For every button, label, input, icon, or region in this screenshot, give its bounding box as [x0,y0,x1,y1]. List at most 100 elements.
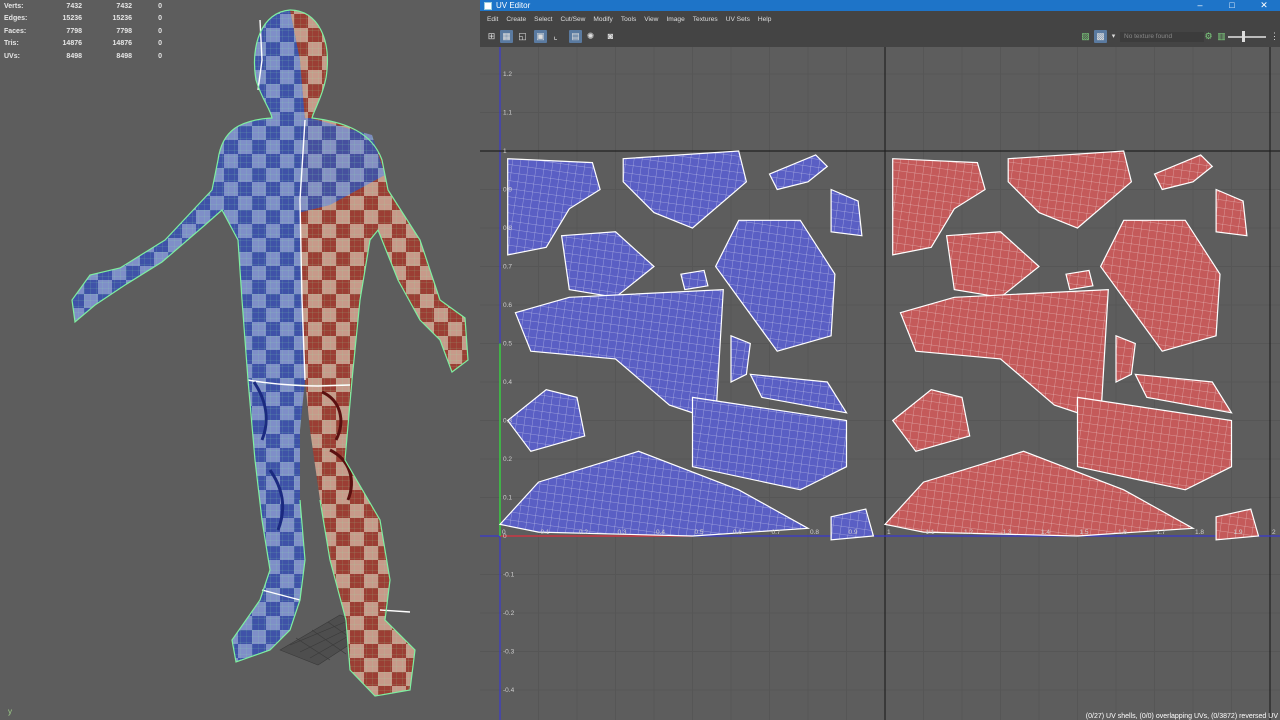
x-tick-label: 1 [887,529,891,536]
menu-tools[interactable]: Tools [621,16,636,23]
uv-toolbar: ⊞ ▦ ◱ ▣ ⌞ ▤ ✺ ◙ ▨ ▩ ▾ No texture found ⚙… [480,27,1280,48]
uv-shell-wireframe [561,231,654,298]
uv-shell-wireframe [692,397,847,490]
uv-editor-menubar: Edit Create Select Cut/Sew Modify Tools … [480,11,1280,27]
uv-shell-wireframe [750,374,847,413]
stat-value: 0 [158,2,162,10]
uv-status-line: (0/27) UV shells, (0/0) overlapping UVs,… [1085,713,1278,720]
uv-shells-right[interactable] [883,150,1260,541]
stat-value: 7432 [116,2,132,10]
camera-icon[interactable]: ◙ [604,30,617,43]
menu-textures[interactable]: Textures [693,16,718,23]
stat-value: 15236 [112,15,132,23]
x-tick-label: 1.1 [926,529,935,536]
stat-value: 7798 [66,27,82,35]
y-tick-label: 0.9 [503,187,512,194]
uv-shell-wireframe [1008,151,1132,228]
menu-create[interactable]: Create [506,16,526,23]
stat-value: 0 [158,27,162,35]
y-tick-label: 0.6 [503,302,512,309]
y-tick-label: 0.5 [503,341,512,348]
axis-indicator: y [8,707,12,716]
more-icon[interactable]: ⋮ [1268,30,1280,43]
x-tick-label: 1.5 [1080,529,1089,536]
uv-grid-svg[interactable]: 1.2 1.1 1 0.9 0.8 0.7 0.6 0.5 0.4 0.3 0.2 0.1 0 -0.1 -… [480,47,1280,720]
stat-value: 14876 [112,40,132,48]
uv-shell-wireframe [623,151,747,228]
layers-icon[interactable]: ▥ [1215,30,1228,43]
menu-modify[interactable]: Modify [593,16,612,23]
texture-field[interactable]: No texture found [1120,32,1204,42]
uv-shell-wireframe [1135,374,1232,413]
x-tick-label: 1.2 [964,529,973,536]
grid-icon[interactable]: ⊞ [485,30,498,43]
uv-editor-window[interactable]: UV Editor – □ ✕ Edit Create Select Cut/S… [480,0,1280,720]
uv-shell-wireframe [715,220,835,352]
image-icon[interactable]: ▨ [1079,30,1092,43]
stat-value: 7432 [66,2,82,10]
uv-shell-wireframe [731,335,751,382]
3d-viewport[interactable]: Verts: 7432 7432 0 Edges: 15236 15236 0 Faces:… [0,0,480,720]
stat-value: 0 [158,15,162,23]
menu-image[interactable]: Image [666,16,684,23]
shell-icon[interactable]: ◱ [516,30,529,43]
y-tick-label: 1.2 [503,71,512,78]
y-tick-label: -0.1 [503,572,515,579]
y-tick-label: 1 [503,148,507,155]
character-mesh[interactable] [0,0,480,720]
checker-icon[interactable]: ▣ [534,30,547,43]
checker-toggle-icon[interactable]: ▩ [1094,30,1107,43]
stat-label: UVs: [4,52,20,60]
uv-shell-wireframe [1100,220,1220,352]
settings-icon[interactable]: ⚙ [1202,30,1215,43]
chevron-down-icon[interactable]: ▾ [1107,30,1120,43]
slider-handle[interactable] [1242,31,1245,42]
maximize-button[interactable]: □ [1216,0,1248,11]
exposure-slider[interactable] [1228,36,1266,38]
uv-shells-left[interactable] [498,150,875,541]
stat-value: 8498 [116,52,132,60]
uv-shell-wireframe [946,231,1039,298]
body-left-half [72,10,305,662]
stat-value: 15236 [62,15,82,23]
x-tick-label: 0.3 [618,529,627,536]
x-tick-label: 0.1 [541,529,550,536]
frame-icon[interactable]: ⌞ [549,30,562,43]
stat-value: 0 [158,40,162,48]
x-tick-label: 0.8 [810,529,819,536]
y-tick-label: 0.1 [503,495,512,502]
menu-edit[interactable]: Edit [487,16,498,23]
x-tick-label: 0.4 [656,529,665,536]
y-tick-label: 0.8 [503,225,512,232]
x-tick-label: 0.2 [579,529,588,536]
x-tick-label: 0 [502,529,506,536]
stat-label: Edges: [4,15,28,23]
menu-cut-sew[interactable]: Cut/Sew [561,16,586,23]
x-tick-label: 1.4 [1041,529,1050,536]
menu-uv-sets[interactable]: UV Sets [726,16,750,23]
y-tick-label: 0.7 [503,264,512,271]
minimize-button[interactable]: – [1184,0,1216,11]
uv-shell-wireframe [1077,397,1232,490]
uv-canvas[interactable]: 1.2 1.1 1 0.9 0.8 0.7 0.6 0.5 0.4 0.3 0.2 0.1 0 -0.1 -… [480,47,1280,720]
uv-editor-titlebar[interactable]: UV Editor – □ ✕ [480,0,1280,11]
x-tick-label: 0.5 [695,529,704,536]
stat-value: 0 [158,52,162,60]
pivot-icon[interactable]: ✺ [584,30,597,43]
poly-count-hud: Verts: 7432 7432 0 Edges: 15236 15236 0 Faces:… [4,0,162,63]
stat-value: 14876 [62,40,82,48]
menu-view[interactable]: View [644,16,658,23]
y-tick-label: 0.3 [503,418,512,425]
body-right-half [290,10,468,696]
uv-editor-app-icon [484,1,492,10]
menu-select[interactable]: Select [534,16,552,23]
uv-shell-wireframe [1216,189,1247,236]
close-button[interactable]: ✕ [1248,0,1280,11]
x-tick-label: 1.9 [1234,529,1243,536]
x-tick-label: 1.7 [1157,529,1166,536]
menu-help[interactable]: Help [758,16,772,23]
y-tick-label: -0.4 [503,687,515,694]
uv-select-icon[interactable]: ▦ [500,30,513,43]
x-tick-label: 0.9 [849,529,858,536]
snapshot-icon[interactable]: ▤ [569,30,582,43]
